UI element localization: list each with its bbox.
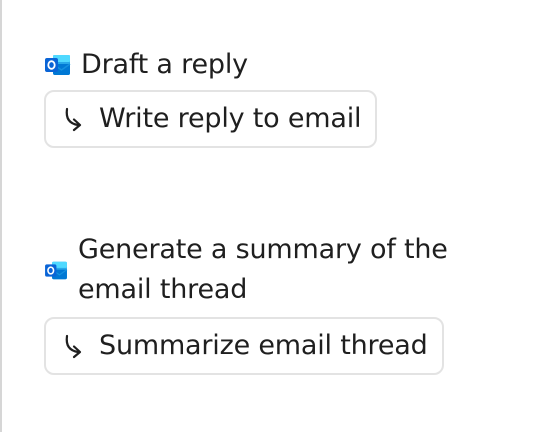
suggestion-heading: Generate a summary of the email thread <box>78 234 448 305</box>
suggestion-draft-reply: Draft a reply Write reply to email <box>44 45 378 148</box>
write-reply-label: Write reply to email <box>99 103 362 134</box>
suggestion-heading-row: Generate a summary of the email thread <box>44 230 478 310</box>
summarize-thread-button[interactable]: Summarize email thread <box>44 317 444 375</box>
suggestions-panel: Draft a reply Write reply to email Gener… <box>0 0 534 432</box>
reply-arrow-icon <box>65 334 82 359</box>
suggestion-heading: Draft a reply <box>81 49 248 80</box>
suggestion-summarize-thread: Generate a summary of the email thread S… <box>44 230 478 375</box>
outlook-icon <box>44 260 68 281</box>
summarize-thread-label: Summarize email thread <box>99 330 428 361</box>
reply-arrow-icon <box>65 107 82 132</box>
write-reply-button[interactable]: Write reply to email <box>44 90 378 148</box>
outlook-icon <box>44 53 71 77</box>
suggestion-heading-row: Draft a reply <box>44 45 377 85</box>
